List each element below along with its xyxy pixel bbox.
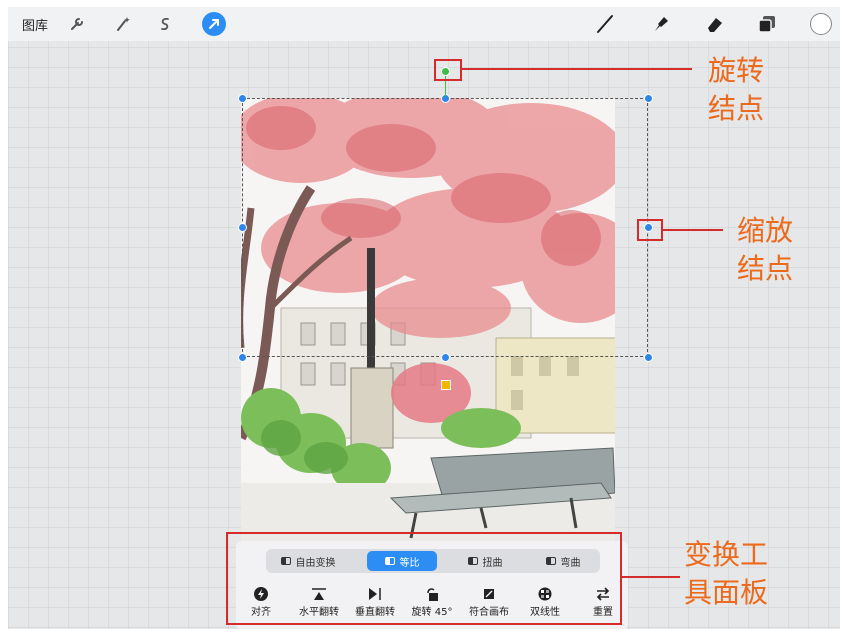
layers-icon[interactable]: [756, 13, 778, 35]
scale-handle-bottom-middle[interactable]: [441, 353, 450, 362]
brush-icon[interactable]: [594, 13, 616, 35]
wrench-icon[interactable]: [66, 13, 88, 35]
pivot-point[interactable]: [441, 380, 451, 390]
scale-handle-top-right[interactable]: [644, 94, 653, 103]
scale-node-callout-box: [637, 219, 663, 241]
scale-handle-top-left[interactable]: [238, 94, 247, 103]
scale-node-callout-line: [663, 229, 723, 231]
rotation-node-callout-box: [434, 59, 462, 81]
transform-panel-callout-box: [226, 532, 622, 625]
scale-node-callout-label: 缩放 结点: [737, 212, 793, 288]
rotation-node-label-text: 旋转 结点: [708, 54, 765, 125]
transform-bounding-box: [242, 98, 648, 357]
smudge-icon[interactable]: [650, 13, 672, 35]
gallery-button[interactable]: 图库: [22, 15, 48, 34]
top-toolbar: 图库: [8, 7, 840, 41]
magic-wand-icon[interactable]: [112, 13, 134, 35]
transform-arrow-icon[interactable]: [202, 12, 226, 36]
scale-node-label-text: 缩放 结点: [737, 214, 794, 285]
transform-panel-callout-label: 变换工 具面板: [684, 536, 768, 612]
scale-handle-bottom-right[interactable]: [644, 353, 653, 362]
scale-handle-bottom-left[interactable]: [238, 353, 247, 362]
rotation-node-callout-label: 旋转 结点: [708, 52, 764, 128]
scale-handle-left-middle[interactable]: [238, 223, 247, 232]
transform-panel-callout-line: [622, 576, 680, 578]
selection-s-icon[interactable]: [154, 13, 176, 35]
eraser-icon[interactable]: [704, 13, 726, 35]
transform-panel-label-text: 变换工 具面板: [684, 538, 769, 609]
rotation-node-callout-line: [462, 68, 692, 70]
color-picker-swatch[interactable]: [810, 13, 832, 35]
